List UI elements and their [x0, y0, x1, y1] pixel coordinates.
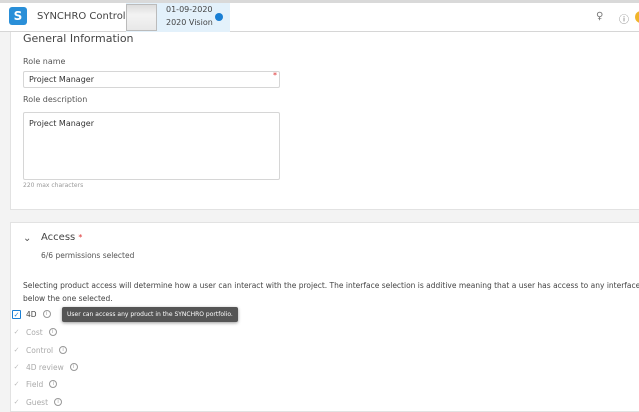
info-icon[interactable]: i	[59, 346, 68, 354]
role-description-label: Role description	[23, 95, 88, 104]
general-information-card: General Information Role name Project Ma…	[10, 32, 639, 210]
item-label: Guest	[26, 397, 49, 407]
chevron-down-icon[interactable]: ⌄	[23, 233, 31, 244]
checkbox-disabled-icon: ✓	[13, 327, 20, 336]
item-label: 4D	[26, 309, 37, 319]
item-label: Cost	[26, 327, 43, 337]
access-title-text: Access	[41, 232, 76, 243]
project-selector[interactable]: 01-09-2020 2020 Vision	[126, 3, 230, 32]
info-icon[interactable]: i	[49, 380, 58, 388]
item-label: Control	[26, 345, 54, 355]
access-item-field: ✓ Field i	[12, 378, 58, 390]
app-title: SYNCHRO Control	[37, 11, 126, 22]
project-date: 01-09-2020	[166, 5, 213, 14]
project-name: 2020 Vision	[166, 18, 213, 27]
checkbox-disabled-icon: ✓	[13, 345, 20, 354]
info-icon[interactable]: i	[69, 363, 78, 371]
checkbox-disabled-icon: ✓	[13, 379, 20, 388]
permissions-count: 6/6 permissions selected	[41, 251, 135, 260]
role-name-input[interactable]: Project Manager	[23, 71, 280, 88]
info-icon[interactable]: i	[42, 310, 51, 318]
section-title: General Information	[23, 32, 134, 45]
checkbox-disabled-icon: ✓	[13, 397, 20, 406]
max-characters-hint: 220 max characters	[23, 182, 84, 189]
project-thumbnail	[126, 4, 157, 31]
project-menu-icon[interactable]	[215, 13, 223, 21]
info-icon[interactable]: i	[48, 328, 57, 336]
item-label: 4D review	[26, 362, 64, 372]
access-item-guest: ✓ Guest i	[12, 396, 63, 408]
required-marker: *	[273, 71, 277, 80]
access-item-4d-review: ✓ 4D review i	[12, 361, 78, 373]
item-label: Field	[26, 379, 44, 389]
tooltip: User can access any product in the SYNCH…	[62, 307, 238, 322]
avatar[interactable]	[635, 11, 639, 23]
checkbox-disabled-icon: ✓	[13, 362, 20, 371]
help-icon[interactable]: ⓘ	[619, 11, 629, 26]
info-icon[interactable]: i	[54, 398, 63, 406]
access-item-cost: ✓ Cost i	[12, 326, 57, 338]
role-name-label: Role name	[23, 57, 66, 66]
access-item-4d[interactable]: ✓ 4D i	[12, 308, 51, 320]
access-title: Access *	[41, 232, 82, 243]
access-description: Selecting product access will determine …	[23, 281, 639, 303]
synchro-logo-icon[interactable]: S	[9, 7, 27, 25]
access-item-control: ✓ Control i	[12, 344, 68, 356]
checkbox-checked-icon[interactable]: ✓	[12, 309, 21, 319]
app-header: S SYNCHRO Control 01-09-2020 2020 Vision…	[0, 3, 639, 32]
required-marker: *	[78, 233, 83, 242]
role-description-textarea[interactable]: Project Manager	[23, 112, 280, 180]
lightbulb-icon[interactable]: ♀	[596, 11, 603, 22]
